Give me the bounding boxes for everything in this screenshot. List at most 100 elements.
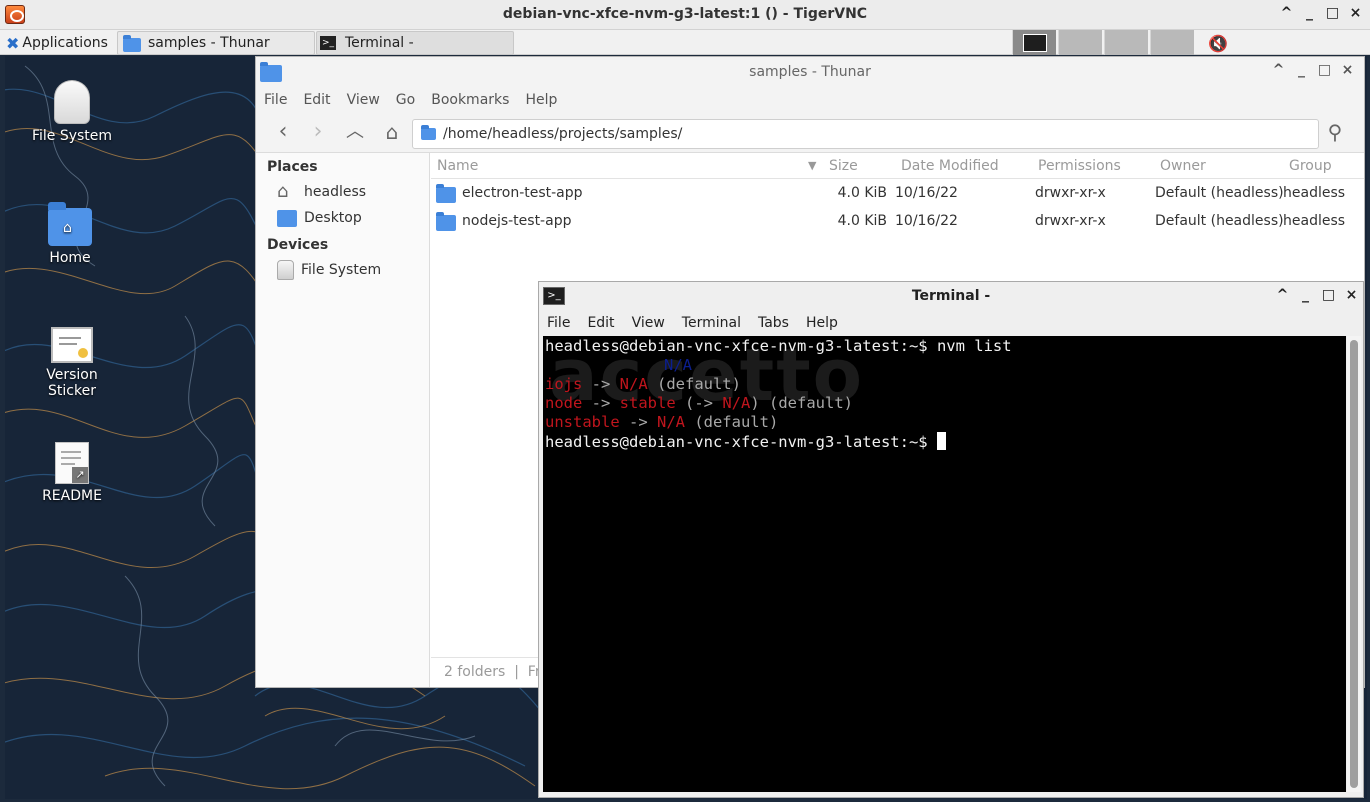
sidebar-item-label: File System bbox=[301, 262, 382, 278]
file-row-electron-test-app[interactable]: electron-test-app 4.0 KiB 10/16/22 drwxr… bbox=[431, 179, 1364, 207]
volume-muted-icon[interactable]: 🔇 bbox=[1208, 31, 1228, 55]
search-icon[interactable]: ⚲ bbox=[1324, 122, 1346, 144]
minimize-icon[interactable]: _ bbox=[1298, 288, 1313, 303]
parent-folder-icon[interactable]: ︿ bbox=[344, 122, 366, 144]
file-row-nodejs-test-app[interactable]: nodejs-test-app 4.0 KiB 10/16/22 drwxr-x… bbox=[431, 207, 1364, 235]
terminal-scrollbar[interactable] bbox=[1347, 336, 1361, 792]
vnc-window-title: debian-vnc-xfce-nvm-g3-latest:1 () - Tig… bbox=[502, 6, 868, 22]
close-icon[interactable]: × bbox=[1348, 6, 1363, 21]
terminal-window-controls: ^ _ □ × bbox=[1275, 288, 1359, 303]
file-permissions: drwxr-xr-x bbox=[1035, 213, 1106, 229]
file-date: 10/16/22 bbox=[895, 185, 958, 201]
file-permissions: drwxr-xr-x bbox=[1035, 185, 1106, 201]
file-group: headless bbox=[1283, 213, 1346, 229]
folder-icon bbox=[123, 34, 141, 52]
menu-terminal[interactable]: Terminal bbox=[682, 315, 741, 331]
certificate-icon bbox=[51, 327, 93, 363]
devices-header: Devices bbox=[267, 237, 329, 253]
folder-icon bbox=[436, 183, 456, 203]
column-group[interactable]: Group bbox=[1283, 158, 1363, 174]
desktop-icon-home[interactable]: ⌂ Home bbox=[25, 202, 115, 266]
document-link-icon: ↗ bbox=[55, 442, 89, 484]
scrollbar-thumb[interactable] bbox=[1350, 340, 1358, 788]
workspace-1[interactable] bbox=[1012, 30, 1056, 55]
sidebar-item-desktop[interactable]: Desktop bbox=[256, 205, 429, 231]
places-header: Places bbox=[267, 159, 318, 175]
minimize-icon[interactable]: _ bbox=[1294, 63, 1309, 78]
thunar-title-bar: samples - Thunar ^ _ □ × bbox=[256, 57, 1364, 87]
terminal-title-bar: >_ Terminal - ^ _ □ × bbox=[539, 282, 1363, 310]
file-date: 10/16/22 bbox=[895, 213, 958, 229]
taskbar-item-thunar[interactable]: samples - Thunar bbox=[117, 31, 315, 55]
shade-icon[interactable]: ^ bbox=[1271, 63, 1286, 78]
menu-bookmarks[interactable]: Bookmarks bbox=[431, 92, 509, 108]
taskbar-item-label: Terminal - bbox=[345, 35, 414, 51]
terminal-line: node -> stable (-> N/A) (default) bbox=[545, 394, 853, 412]
column-date-modified[interactable]: Date Modified bbox=[895, 158, 1032, 174]
taskbar-item-label: samples - Thunar bbox=[148, 35, 270, 51]
thunar-sidebar: Places ⌂ headless Desktop Devices File S… bbox=[256, 153, 430, 687]
workspace-3[interactable] bbox=[1104, 30, 1148, 55]
menu-view[interactable]: View bbox=[347, 92, 380, 108]
folder-icon bbox=[421, 125, 436, 140]
menu-file[interactable]: File bbox=[547, 315, 570, 331]
close-icon[interactable]: × bbox=[1344, 288, 1359, 303]
maximize-icon[interactable]: □ bbox=[1321, 288, 1336, 303]
terminal-icon: >_ bbox=[320, 36, 336, 50]
restore-icon[interactable]: _ bbox=[1302, 6, 1317, 21]
shade-icon[interactable]: ^ bbox=[1275, 288, 1290, 303]
folder-icon bbox=[436, 211, 456, 231]
terminal-line: N/A bbox=[545, 356, 1344, 375]
close-icon[interactable]: × bbox=[1340, 63, 1355, 78]
terminal-output[interactable]: accetto headless@debian-vnc-xfce-nvm-g3-… bbox=[543, 336, 1346, 792]
menu-go[interactable]: Go bbox=[396, 92, 415, 108]
menu-help[interactable]: Help bbox=[525, 92, 557, 108]
minimize-icon[interactable]: ^ bbox=[1279, 6, 1294, 21]
status-text: 2 folders | Fre bbox=[444, 663, 549, 680]
column-header-row: Name ▼ Size Date Modified Permissions Ow… bbox=[431, 153, 1364, 179]
prompt: headless@debian-vnc-xfce-nvm-g3-latest:~… bbox=[545, 337, 937, 355]
file-name: electron-test-app bbox=[462, 185, 583, 201]
forward-icon[interactable]: › bbox=[307, 121, 329, 144]
desktop-icon-label: File System bbox=[31, 128, 113, 144]
workspace-4[interactable] bbox=[1150, 30, 1194, 55]
home-icon[interactable]: ⌂ bbox=[381, 122, 403, 144]
sidebar-item-file-system[interactable]: File System bbox=[256, 257, 429, 283]
file-name: nodejs-test-app bbox=[462, 213, 572, 229]
menu-tabs[interactable]: Tabs bbox=[758, 315, 789, 331]
menu-help[interactable]: Help bbox=[806, 315, 838, 331]
menu-edit[interactable]: Edit bbox=[587, 315, 614, 331]
desktop-icon-file-system[interactable]: File System bbox=[27, 80, 117, 144]
menu-file[interactable]: File bbox=[264, 92, 287, 108]
terminal-line: headless@debian-vnc-xfce-nvm-g3-latest:~… bbox=[545, 432, 1344, 451]
drive-icon bbox=[277, 260, 294, 280]
workspace-2[interactable] bbox=[1058, 30, 1102, 55]
column-size[interactable]: Size bbox=[823, 158, 895, 174]
terminal-icon bbox=[1023, 34, 1047, 52]
applications-menu-button[interactable]: ✖ Applications ⋮ bbox=[6, 31, 116, 55]
desktop-icon-label: README bbox=[42, 488, 102, 504]
back-icon[interactable]: ‹ bbox=[272, 121, 294, 144]
text-cursor bbox=[936, 432, 946, 450]
column-name[interactable]: Name bbox=[431, 158, 808, 174]
sort-desc-icon: ▼ bbox=[808, 159, 817, 172]
location-path: /home/headless/projects/samples/ bbox=[443, 126, 683, 142]
vnc-title-bar: debian-vnc-xfce-nvm-g3-latest:1 () - Tig… bbox=[0, 0, 1370, 30]
menu-edit[interactable]: Edit bbox=[303, 92, 330, 108]
menu-view[interactable]: View bbox=[632, 315, 665, 331]
sidebar-item-headless[interactable]: ⌂ headless bbox=[256, 179, 429, 205]
maximize-icon[interactable]: □ bbox=[1317, 63, 1332, 78]
desktop-icon-version-sticker[interactable]: Version Sticker bbox=[27, 324, 117, 399]
thunar-window-controls: ^ _ □ × bbox=[1271, 63, 1355, 78]
file-size: 4.0 KiB bbox=[837, 185, 887, 201]
column-owner[interactable]: Owner bbox=[1154, 158, 1283, 174]
maximize-icon[interactable]: □ bbox=[1325, 6, 1340, 21]
window-title: Terminal - bbox=[911, 288, 991, 304]
file-owner: Default (headless) bbox=[1155, 213, 1283, 229]
file-owner: Default (headless) bbox=[1155, 185, 1283, 201]
home-icon: ⌂ bbox=[277, 181, 289, 202]
taskbar-item-terminal[interactable]: >_ Terminal - bbox=[316, 31, 514, 55]
desktop-icon-readme[interactable]: ↗ README bbox=[27, 442, 117, 504]
column-permissions[interactable]: Permissions bbox=[1032, 158, 1154, 174]
location-bar[interactable]: /home/headless/projects/samples/ bbox=[412, 119, 1319, 149]
